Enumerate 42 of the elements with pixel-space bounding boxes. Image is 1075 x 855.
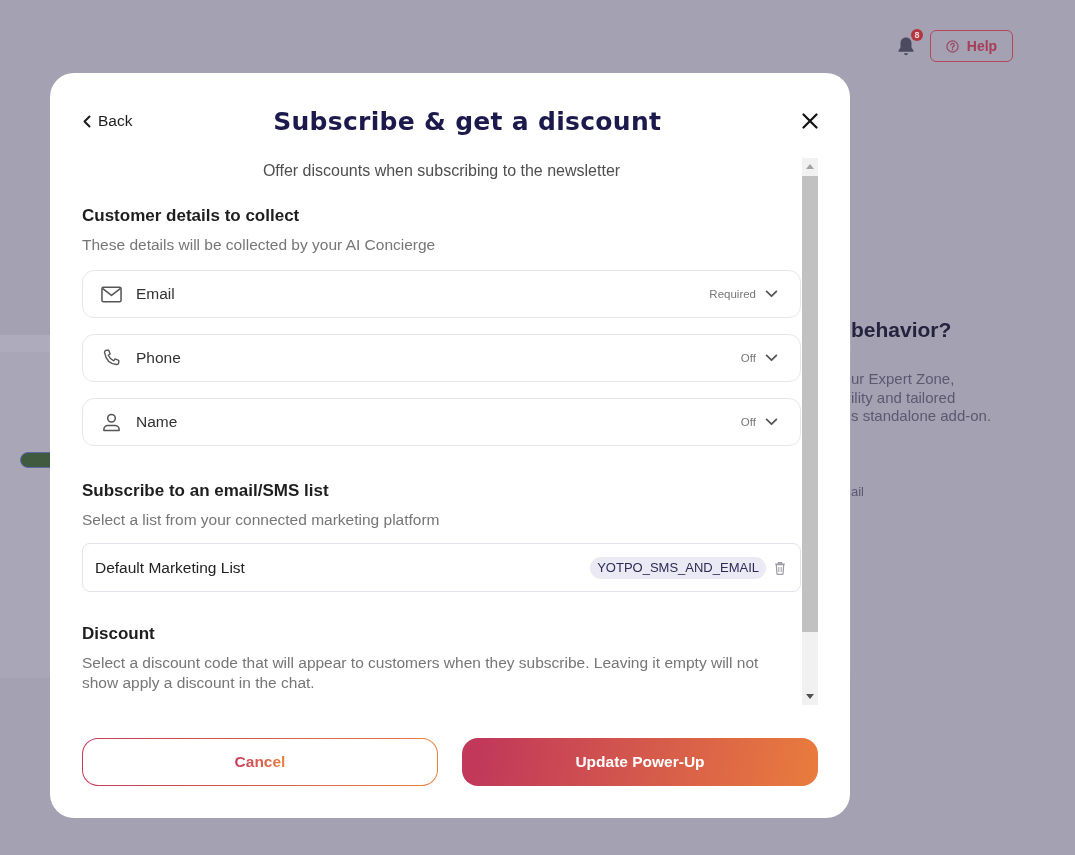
envelope-icon (101, 284, 122, 304)
dialog-title: Subscribe & get a discount (272, 106, 663, 136)
detail-row[interactable]: Email Required (82, 270, 801, 318)
question-circle-icon (945, 39, 959, 53)
chevron-down-icon[interactable] (765, 290, 778, 298)
bell-icon (897, 36, 915, 56)
chevron-down-icon[interactable] (765, 354, 778, 362)
detail-row[interactable]: Phone Off (82, 334, 801, 382)
list-tag: YOTPO_SMS_AND_EMAIL (590, 556, 766, 579)
chevron-down-icon[interactable] (765, 418, 778, 426)
close-button[interactable] (802, 113, 818, 129)
scrollbar-thumb[interactable] (802, 176, 818, 632)
trash-icon (774, 560, 786, 575)
section-description: These details will be collected by your AI Concierge (82, 235, 437, 255)
status-text: Off (740, 416, 756, 428)
notifications-button[interactable] (897, 36, 915, 56)
update-button[interactable]: Update Power-Up (462, 738, 818, 786)
delete-button[interactable] (774, 560, 786, 575)
status-text: Required (709, 288, 756, 300)
close-icon (802, 113, 818, 129)
list-name: Default Marketing List (95, 558, 246, 577)
field-label: Name (136, 413, 179, 431)
person-icon (101, 412, 122, 432)
dialog-subtitle: Offer discounts when subscribing to the newsletter (261, 161, 622, 181)
section-heading: Subscribe to an email/SMS list (82, 480, 330, 502)
cancel-button[interactable]: Cancel (82, 738, 438, 786)
notification-badge: 8 (911, 29, 923, 41)
description-text: ur Expert Zone, ility and tailored s standalone add-on. (851, 370, 993, 426)
section-heading: Customer details to collect (82, 205, 301, 227)
section-description: Select a list from your connected marketing platform (82, 510, 441, 530)
chevron-left-icon (83, 114, 91, 128)
section-heading: behavior? (851, 317, 953, 343)
note-text: ail (851, 483, 865, 500)
scrollbar-track[interactable] (802, 158, 818, 705)
back-button[interactable]: Back (82, 112, 133, 130)
field-label: Phone (136, 349, 182, 367)
section-description: Select a discount code that will appear to customers when they subscribe. Leaving it empty will not show apply a discount in the chat. (82, 653, 760, 693)
section-heading: Discount (82, 623, 156, 645)
phone-icon (101, 348, 122, 368)
detail-row[interactable]: Name Off (82, 398, 801, 446)
field-label: Email (136, 285, 176, 303)
status-text: Off (740, 352, 756, 364)
